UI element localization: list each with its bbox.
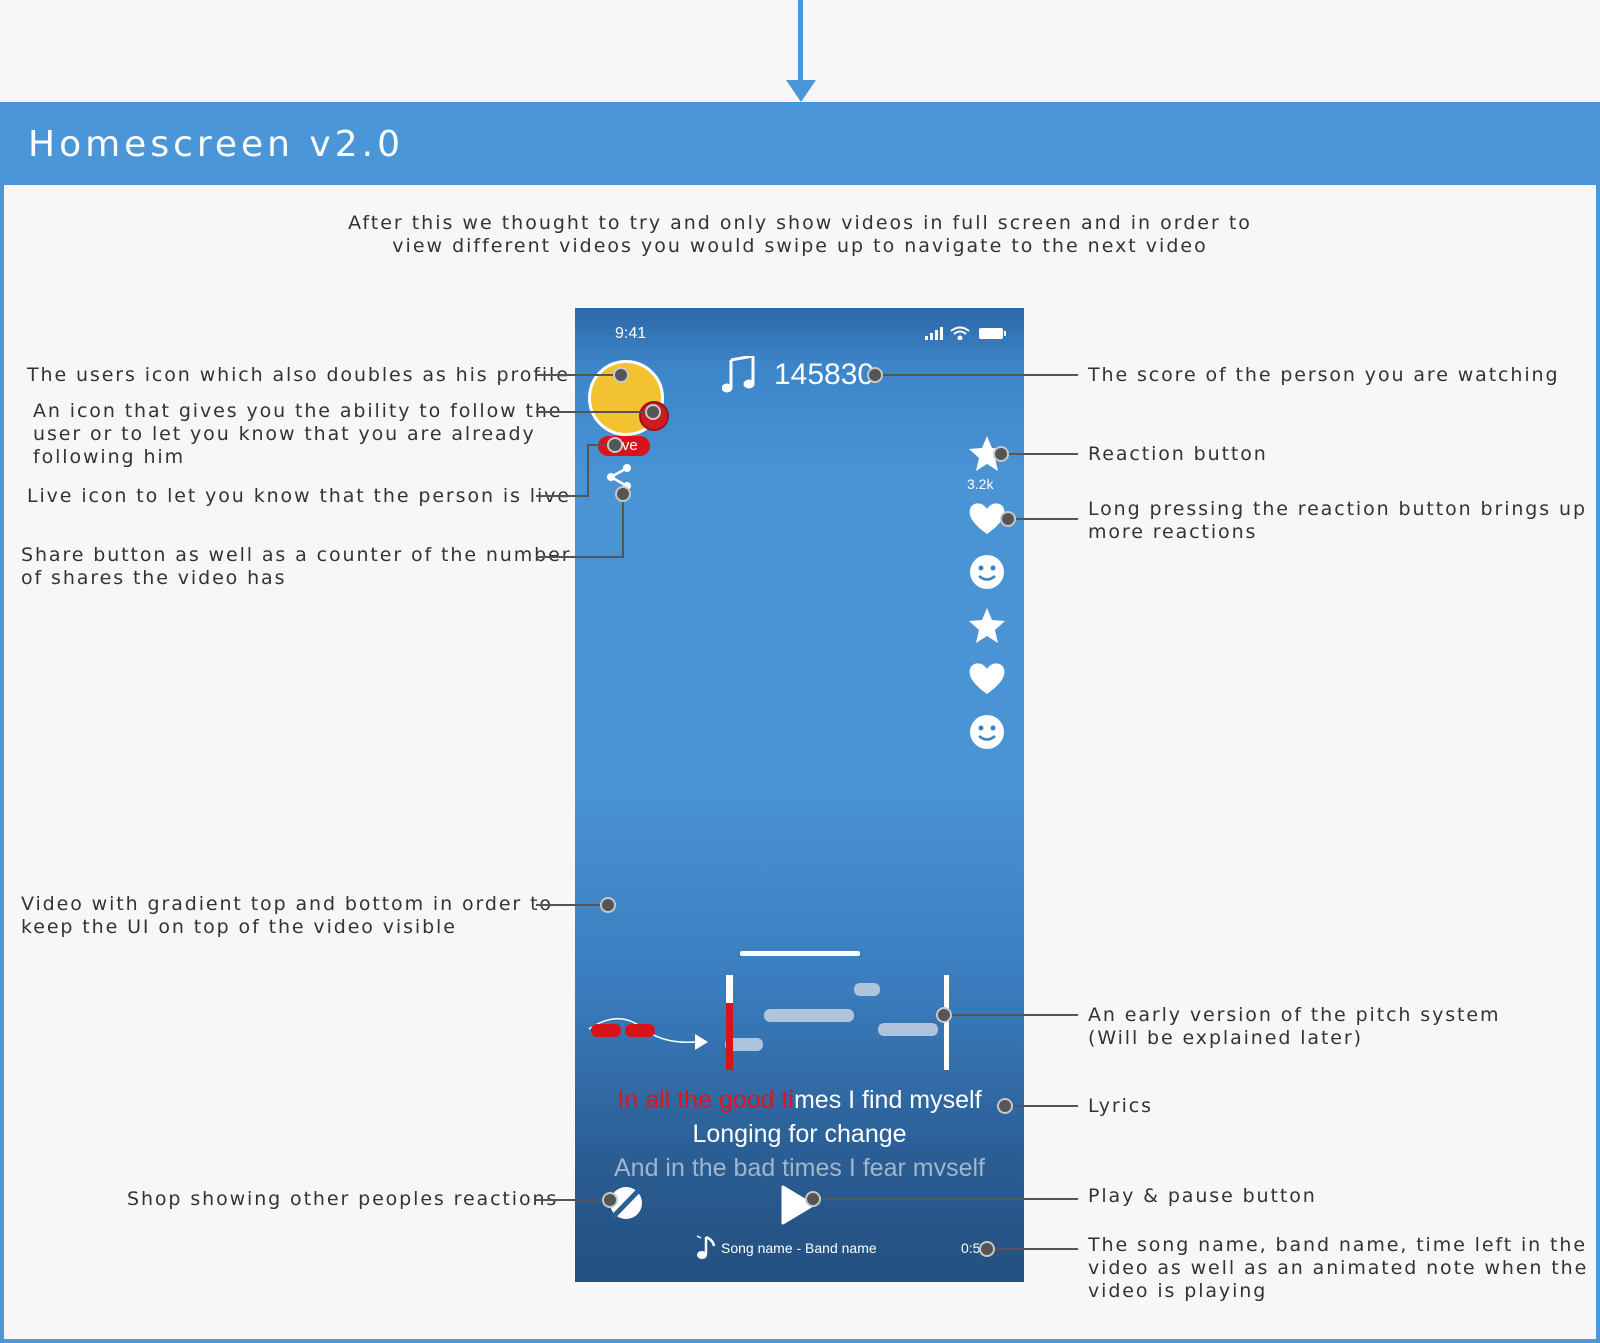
annotation-follow-line-1: An icon that gives you the ability to fo… bbox=[33, 400, 563, 422]
page-title: Homescreen v2.0 bbox=[28, 124, 404, 165]
song-name: Song name - Band name bbox=[721, 1240, 877, 1256]
annotation-score: The score of the person you are watching bbox=[1088, 364, 1560, 386]
pitch-note bbox=[878, 1023, 938, 1036]
share-icon[interactable] bbox=[605, 463, 635, 491]
animated-note-icon bbox=[696, 1235, 716, 1259]
annotation-song-line-2: video as well as an animated note when t… bbox=[1088, 1257, 1589, 1279]
shop-icon[interactable] bbox=[605, 1182, 647, 1224]
score-value: 145830 bbox=[774, 358, 875, 391]
annotation-share-line-1: Share button as well as a counter of the… bbox=[21, 544, 572, 566]
play-icon[interactable] bbox=[780, 1184, 816, 1226]
annotation-pitch: An early version of the pitch system (Wi… bbox=[1088, 1004, 1500, 1050]
follow-icon[interactable] bbox=[639, 401, 669, 431]
annotation-long-press-line-1: Long pressing the reaction button brings… bbox=[1088, 498, 1587, 520]
annotation-video-line-2: keep the UI on top of the video visible bbox=[21, 916, 457, 938]
heart-icon[interactable] bbox=[967, 498, 1007, 538]
smiley-icon[interactable] bbox=[967, 712, 1007, 752]
annotation-reaction: Reaction button bbox=[1088, 443, 1268, 465]
pitch-marker bbox=[944, 975, 949, 1070]
annotation-song-line-1: The song name, band name, time left in t… bbox=[1088, 1234, 1587, 1256]
annotation-play-pause: Play & pause button bbox=[1088, 1185, 1317, 1207]
flow-arrow-head bbox=[786, 80, 816, 102]
status-icons bbox=[925, 326, 1006, 340]
star-icon[interactable] bbox=[967, 606, 1007, 646]
heart-icon[interactable] bbox=[967, 658, 1007, 698]
pitch-cursor bbox=[695, 1034, 708, 1050]
annotation-lyrics: Lyrics bbox=[1088, 1095, 1153, 1117]
battery-icon bbox=[979, 328, 1006, 339]
pitch-top-bar bbox=[740, 951, 860, 956]
annotation-follow-line-3: following him bbox=[33, 446, 185, 468]
annotation-video-line-1: Video with gradient top and bottom in or… bbox=[21, 893, 553, 915]
smiley-icon[interactable] bbox=[967, 552, 1007, 592]
reaction-count: 3.2k bbox=[967, 476, 994, 492]
annotation-video: Video with gradient top and bottom in or… bbox=[21, 893, 553, 939]
pitch-level bbox=[726, 1003, 733, 1070]
lyric-sung: In all the good ti bbox=[617, 1086, 794, 1114]
lyric-following: And in the bad times I fear myself bbox=[613, 1154, 985, 1176]
annotation-share-line-2: of shares the video has bbox=[21, 567, 287, 589]
annotation-share: Share button as well as a counter of the… bbox=[21, 544, 571, 590]
lyric-next: Longing for change bbox=[692, 1120, 907, 1148]
pitch-system bbox=[588, 951, 949, 1070]
annotation-pitch-line-2: (Will be explained later) bbox=[1088, 1027, 1363, 1049]
annotation-song-line-3: video is playing bbox=[1088, 1280, 1268, 1302]
wifi-icon bbox=[950, 326, 970, 340]
music-note-icon bbox=[722, 356, 755, 393]
annotation-pitch-line-1: An early version of the pitch system bbox=[1088, 1004, 1501, 1026]
lyric-current: In all the good times I find myself bbox=[575, 1086, 1024, 1115]
annotation-song-info: The song name, band name, time left in t… bbox=[1088, 1234, 1588, 1303]
status-time: 9:41 bbox=[615, 325, 647, 342]
flow-arrow-line bbox=[798, 0, 803, 84]
intro-line-1: After this we thought to try and only sh… bbox=[348, 212, 1252, 234]
pitch-note bbox=[854, 983, 880, 996]
annotation-long-press-line-2: more reactions bbox=[1088, 521, 1258, 543]
star-icon[interactable] bbox=[967, 434, 1007, 474]
pitch-sung-note bbox=[591, 1024, 621, 1037]
annotation-live: Live icon to let you know that the perso… bbox=[27, 485, 571, 507]
pitch-note bbox=[764, 1009, 854, 1022]
live-badge: Live bbox=[598, 436, 650, 456]
intro-text: After this we thought to try and only sh… bbox=[300, 212, 1300, 258]
signal-icon bbox=[925, 327, 943, 340]
annotation-profile: The users icon which also doubles as his… bbox=[27, 364, 570, 386]
lyric-unsung: mes I find myself bbox=[793, 1086, 982, 1114]
annotation-follow-line-2: user or to let you know that you are alr… bbox=[33, 423, 536, 445]
intro-line-2: view different videos you would swipe up… bbox=[392, 235, 1208, 257]
time-left: 0:54 bbox=[961, 1240, 989, 1256]
annotation-shop: Shop showing other peoples reactions bbox=[127, 1188, 559, 1210]
annotation-follow: An icon that gives you the ability to fo… bbox=[33, 400, 562, 469]
annotation-long-press: Long pressing the reaction button brings… bbox=[1088, 498, 1587, 544]
phone-mockup: 9:41 Live 145830 3.2k In all the good ti… bbox=[575, 308, 1024, 1282]
pitch-sung-note bbox=[625, 1024, 655, 1037]
